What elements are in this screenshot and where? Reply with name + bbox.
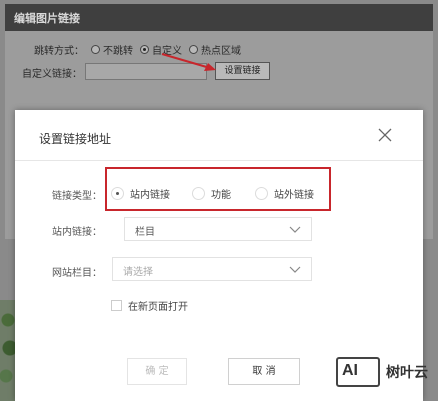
chevron-down-icon — [289, 266, 301, 273]
set-link-button[interactable]: 设置链接 — [215, 62, 270, 80]
jump-option-custom-radio[interactable] — [140, 45, 149, 54]
internal-link-select[interactable]: 栏目 — [124, 217, 312, 241]
jump-option-none-radio[interactable] — [91, 45, 100, 54]
confirm-button[interactable]: 确 定 — [127, 358, 187, 385]
site-column-select[interactable]: 请选择 — [112, 257, 312, 281]
radio-checked-icon — [111, 187, 124, 200]
open-new-page-checkbox[interactable]: 在新页面打开 — [111, 298, 188, 313]
edit-image-link-title-bar: 编辑图片链接 — [5, 4, 433, 31]
close-icon[interactable] — [376, 126, 394, 144]
watermark-brand-text: 树叶云 — [386, 365, 428, 381]
link-type-internal-label: 站内链接 — [130, 190, 170, 201]
custom-link-label: 自定义链接： — [22, 69, 82, 80]
link-type-internal-radio[interactable]: 站内链接 — [111, 186, 170, 201]
dialog-divider — [15, 160, 423, 161]
checkbox-unchecked-icon — [111, 300, 122, 311]
radio-unchecked-icon — [255, 187, 268, 200]
site-column-label: 网站栏目： — [52, 268, 102, 279]
site-column-placeholder: 请选择 — [123, 267, 153, 278]
link-type-label: 链接类型： — [52, 191, 102, 202]
radio-unchecked-icon — [192, 187, 205, 200]
jump-option-none-label: 不跳转 — [103, 46, 133, 57]
jump-mode-label: 跳转方式： — [34, 46, 84, 57]
edit-image-link-title: 编辑图片链接 — [14, 12, 80, 25]
dialog-title: 设置链接地址 — [39, 132, 112, 146]
link-type-function-radio[interactable]: 功能 — [192, 186, 231, 201]
internal-link-value: 栏目 — [135, 227, 155, 238]
internal-link-label: 站内链接： — [52, 227, 102, 238]
link-type-function-label: 功能 — [211, 190, 231, 201]
watermark-logo: AI — [336, 357, 380, 387]
chevron-down-icon — [289, 226, 301, 233]
watermark-logo-text: AI — [342, 362, 358, 379]
annotation-arrow-icon — [161, 53, 216, 71]
open-new-page-label: 在新页面打开 — [128, 302, 188, 313]
link-type-external-radio[interactable]: 站外链接 — [255, 186, 314, 201]
brand-watermark: AI 树叶云 — [336, 357, 428, 387]
link-type-external-label: 站外链接 — [274, 190, 314, 201]
cancel-button[interactable]: 取 消 — [228, 358, 300, 385]
